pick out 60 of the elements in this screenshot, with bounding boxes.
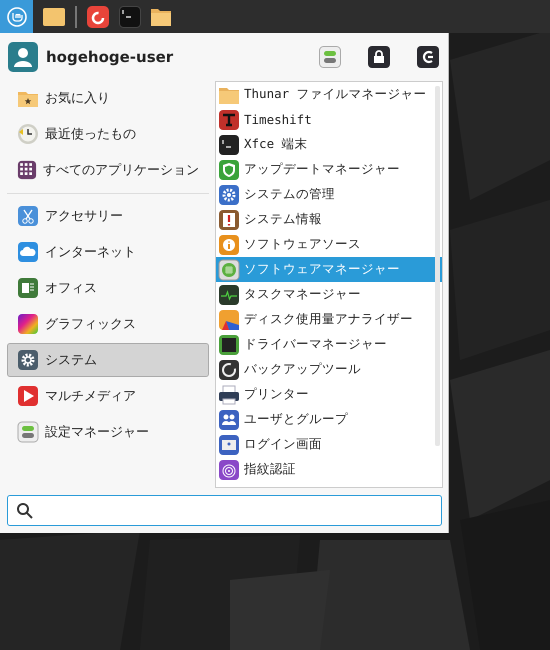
category-item[interactable]: インターネット [7,235,209,269]
scissors-icon [17,205,39,227]
printer-icon [218,384,240,406]
app-item[interactable]: ディスク使用量アナライザー [216,307,442,332]
clock-icon [17,123,39,145]
app-item[interactable]: ドライバーマネージャー [216,332,442,357]
settings-button[interactable] [318,45,342,69]
app-item[interactable]: ログイン画面 [216,432,442,457]
toggle-icon [17,421,39,443]
app-item[interactable]: システムの管理 [216,182,442,207]
grid-icon [17,159,37,181]
pulse-icon [218,284,240,306]
app-item[interactable]: プリンター [216,382,442,407]
category-item[interactable]: マルチメディア [7,379,209,413]
t-logo-icon [218,108,240,130]
app-item[interactable]: アップデートマネージャー [216,157,442,182]
app-item[interactable]: Timeshift [216,107,442,132]
login-screen-icon [218,434,240,456]
category-item[interactable]: システム [7,343,209,377]
logo-icon [6,6,26,26]
gear-icon [218,184,240,206]
scrollbar[interactable] [435,86,440,446]
info-icon [218,234,240,256]
lock-button[interactable] [367,45,391,69]
chip-icon [218,334,240,356]
warning-icon [218,208,240,230]
sidebar-item[interactable]: すべてのアプリケーション [7,153,209,187]
folder-icon[interactable] [43,8,65,26]
color-gradient-icon [17,313,39,335]
avatar-icon [8,42,38,72]
app-item[interactable]: ソフトウェアソース [216,232,442,257]
shield-icon [218,158,240,180]
logout-button[interactable] [416,45,440,69]
fingerprint-icon [218,458,240,480]
cloud-icon [17,241,39,263]
gear-icon [17,349,39,371]
app-item[interactable]: 指紋認証 [216,457,442,482]
app-item[interactable]: バックアップツール [216,357,442,382]
user-name: hogehoge-user [46,48,174,66]
sidebar-item[interactable]: 最近使ったもの [7,117,209,151]
people-icon [218,408,240,430]
app-item[interactable]: ユーザとグループ [216,407,442,432]
terminal-icon [218,134,240,156]
category-item[interactable]: グラフィックス [7,307,209,341]
sidebar-item[interactable]: お気に入り [7,81,209,115]
folder-icon[interactable] [151,8,171,26]
app-item[interactable]: タスクマネージャー [216,282,442,307]
search-field[interactable] [7,495,442,526]
menu-button[interactable] [0,0,33,33]
app-item[interactable]: Xfce 端末 [216,132,442,157]
search-icon [16,502,34,520]
category-item[interactable]: 設定マネージャー [7,415,209,449]
play-icon [17,385,39,407]
grid-icon [218,258,240,280]
document-icon [17,277,39,299]
pie-chart-icon [218,308,240,330]
app-item[interactable]: システム情報 [216,207,442,232]
category-item[interactable]: オフィス [7,271,209,305]
app-item[interactable]: Thunar ファイルマネージャー [216,82,442,107]
category-item[interactable]: アクセサリー [7,199,209,233]
